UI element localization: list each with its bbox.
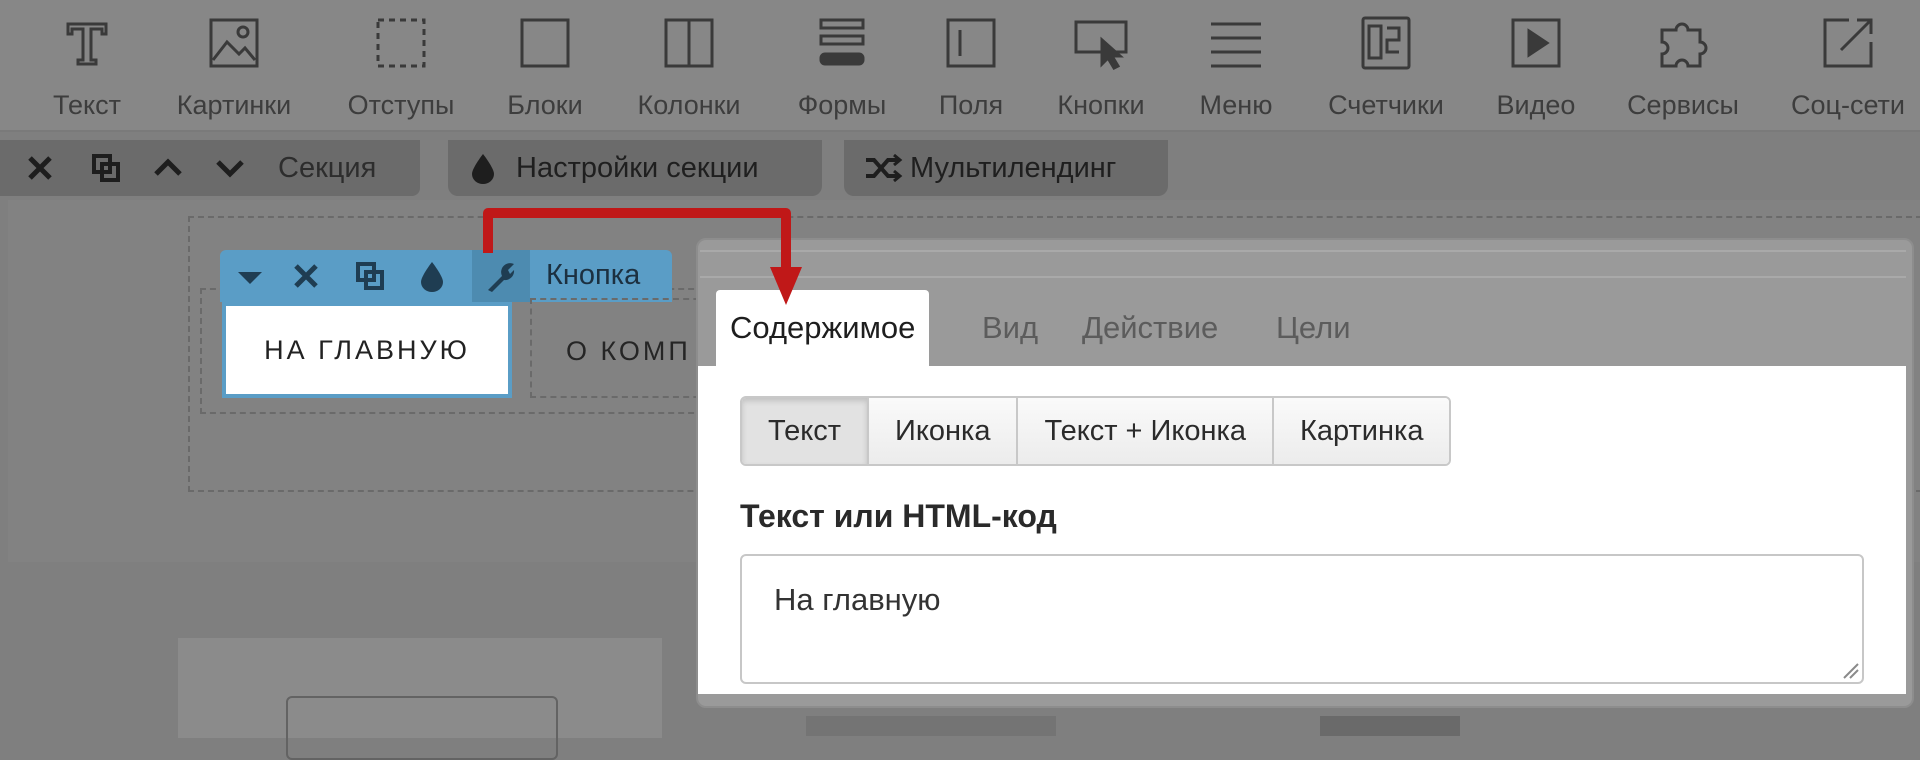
toolbar-item-fields[interactable]: Поля bbox=[934, 14, 1008, 124]
widget-toolbar: Текст Картинки Отступы Блоки Колонки Фор… bbox=[0, 0, 1920, 132]
form-icon bbox=[819, 18, 865, 66]
duplicate-icon[interactable] bbox=[90, 152, 122, 184]
home-button[interactable]: НА ГЛАВНУЮ bbox=[222, 302, 512, 398]
segment-image[interactable]: Картинка bbox=[1274, 398, 1450, 464]
multilanding-button[interactable]: Мультилендинг bbox=[844, 140, 1168, 196]
toolbar-item-images[interactable]: Картинки bbox=[164, 14, 304, 124]
toolbar-item-counters[interactable]: Счетчики bbox=[1318, 14, 1454, 124]
droplet-icon[interactable] bbox=[416, 260, 448, 292]
text-html-field[interactable] bbox=[740, 554, 1864, 684]
toolbar-item-columns[interactable]: Колонки bbox=[626, 14, 752, 124]
puzzle-icon bbox=[1660, 22, 1708, 68]
menu-icon bbox=[1211, 22, 1261, 68]
segment-icon[interactable]: Иконка bbox=[869, 398, 1019, 464]
block-icon bbox=[520, 18, 570, 68]
text-field-label: Текст или HTML-код bbox=[740, 498, 1057, 534]
content-type-switch: Текст Иконка Текст + Иконка Картинка bbox=[740, 396, 1452, 466]
share-icon bbox=[1823, 18, 1873, 68]
duplicate-icon[interactable] bbox=[354, 260, 386, 292]
red-arrow-annotation bbox=[483, 208, 802, 305]
tab-goals[interactable]: Цели bbox=[1276, 290, 1351, 366]
video-icon bbox=[1511, 18, 1561, 68]
resize-grip-icon[interactable] bbox=[1840, 660, 1860, 680]
text-icon bbox=[66, 22, 108, 66]
toolbar-item-blocks[interactable]: Блоки bbox=[500, 14, 590, 124]
shuffle-icon bbox=[866, 154, 903, 182]
toolbar-item-forms[interactable]: Формы bbox=[788, 14, 896, 124]
lower-strip bbox=[806, 716, 1056, 736]
segment-text[interactable]: Текст bbox=[742, 398, 870, 464]
panel-drag-handle[interactable] bbox=[700, 250, 1906, 278]
droplet-icon bbox=[472, 154, 494, 184]
padding-icon bbox=[376, 18, 426, 68]
section-label: Секция bbox=[278, 152, 377, 184]
chevron-down-icon[interactable] bbox=[214, 152, 246, 184]
section-settings-button[interactable]: Настройки секции bbox=[448, 140, 822, 196]
toolbar-item-buttons[interactable]: Кнопки bbox=[1050, 14, 1152, 124]
toolbar-item-services[interactable]: Сервисы bbox=[1620, 14, 1746, 124]
field-icon bbox=[946, 18, 996, 68]
columns-icon bbox=[664, 18, 714, 68]
tab-view[interactable]: Вид bbox=[982, 290, 1038, 366]
toolbar-item-padding[interactable]: Отступы bbox=[338, 14, 464, 124]
button-icon bbox=[1074, 20, 1128, 70]
section-toolbar: Секция bbox=[0, 140, 420, 196]
lower-strip bbox=[1320, 716, 1460, 736]
toolbar-item-text[interactable]: Текст bbox=[44, 14, 130, 124]
chevron-up-icon[interactable] bbox=[152, 152, 184, 184]
close-icon[interactable] bbox=[24, 152, 56, 184]
segment-text-icon[interactable]: Текст + Иконка bbox=[1018, 398, 1274, 464]
toolbar-item-menu[interactable]: Меню bbox=[1194, 14, 1278, 124]
toolbar-item-social[interactable]: Соц-сети bbox=[1784, 14, 1912, 124]
caret-down-icon[interactable] bbox=[234, 260, 266, 292]
lower-block-button bbox=[286, 696, 558, 760]
toolbar-item-video[interactable]: Видео bbox=[1492, 14, 1580, 124]
image-icon bbox=[209, 18, 259, 68]
counter-icon bbox=[1361, 16, 1411, 70]
tab-action[interactable]: Действие bbox=[1082, 290, 1218, 366]
close-icon[interactable] bbox=[290, 260, 322, 292]
